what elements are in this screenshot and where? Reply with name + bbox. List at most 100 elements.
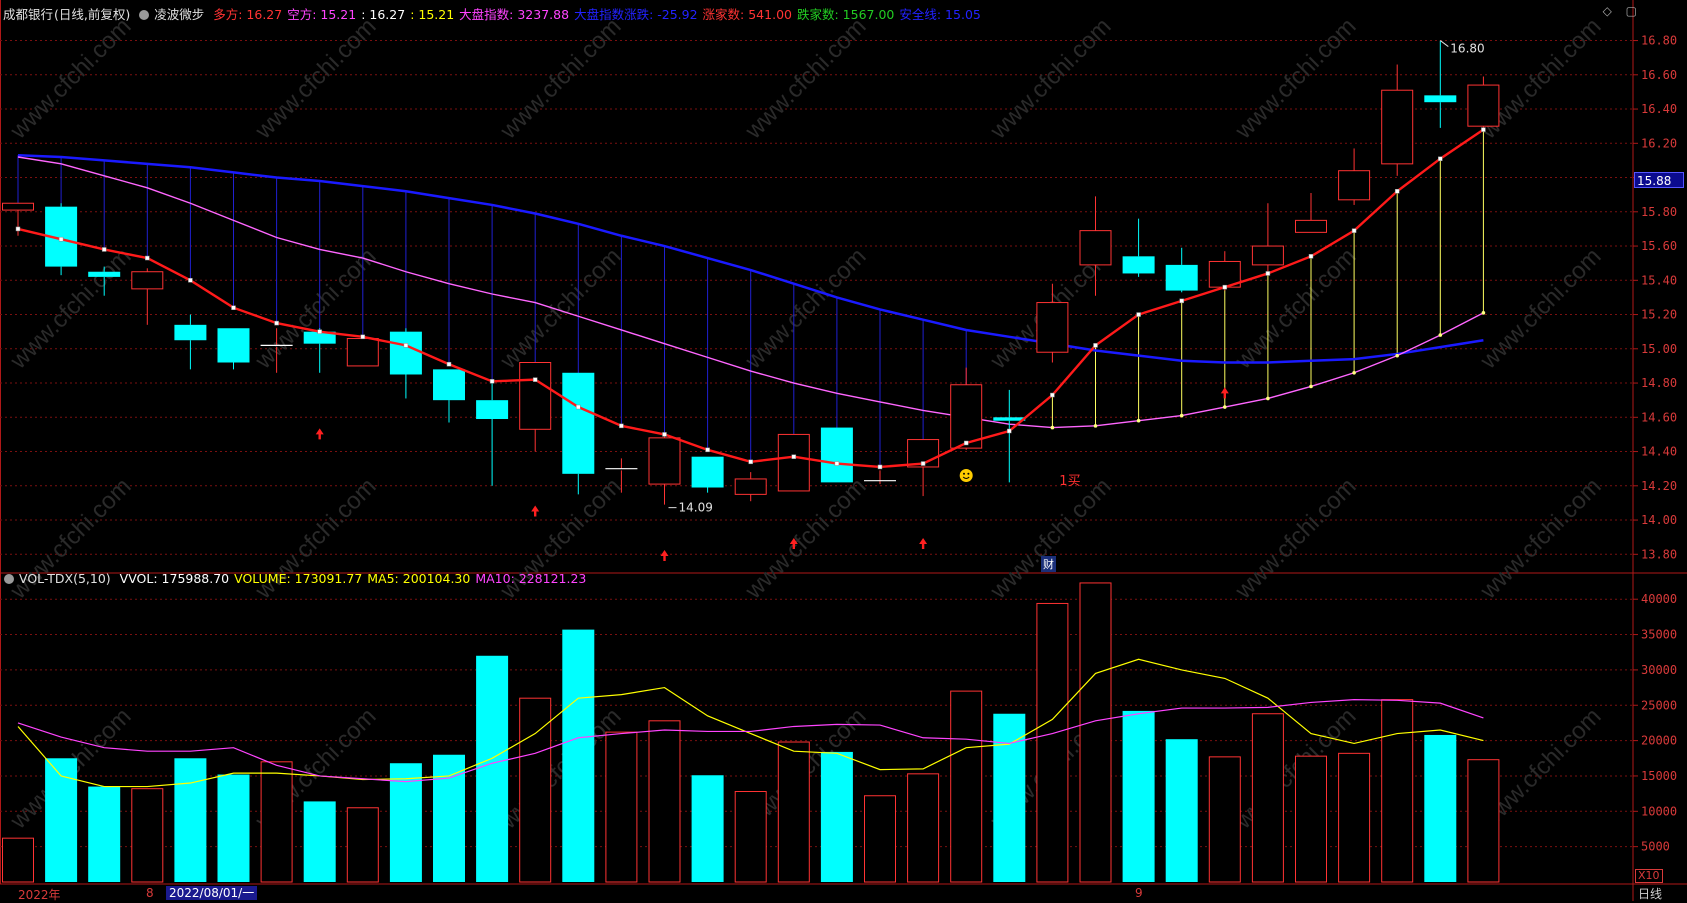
ma-dot xyxy=(1265,271,1271,276)
price-axis-label: 14.40 xyxy=(1641,445,1677,459)
buy-arrow-icon xyxy=(919,538,928,550)
ma-dot xyxy=(1394,189,1400,194)
ma-dot xyxy=(403,343,409,348)
violet-dot xyxy=(1050,425,1055,430)
watermark-text: www.cfchi.com xyxy=(494,243,626,375)
volume-bar-up xyxy=(1208,756,1241,883)
ma-dot xyxy=(101,247,107,252)
ma-dot xyxy=(834,461,840,466)
volume-bar-down xyxy=(174,758,207,882)
low-price-label: 14.09 xyxy=(679,501,713,515)
watermark-text: www.cfchi.com xyxy=(1474,473,1606,605)
header-value-item-0: 多方: 16.27 xyxy=(213,7,283,22)
candle-body-up xyxy=(1467,84,1500,127)
candle xyxy=(303,328,336,373)
candle-body-up xyxy=(1338,170,1371,201)
candle-body-down xyxy=(562,372,595,474)
volume-bar-down xyxy=(691,775,724,882)
volume-axis-label: 35000 xyxy=(1641,628,1677,642)
candle-body-up xyxy=(131,271,164,290)
chart-canvas[interactable]: 16.8016.6016.4016.2016.0015.8015.6015.40… xyxy=(0,0,1687,901)
candle xyxy=(993,389,1026,483)
volume-indicator-menu-icon[interactable] xyxy=(4,574,14,584)
header-value-item-4: 大盘指数: 3237.88 xyxy=(459,7,570,22)
watermark-text: www.cfchi.com xyxy=(984,13,1116,145)
candle-body-down xyxy=(1424,95,1457,103)
violet-dot xyxy=(1223,405,1227,409)
volume-bar-down xyxy=(303,801,336,882)
volume-bar-down xyxy=(1424,734,1457,882)
volume-bar-down xyxy=(562,629,595,882)
violet-dot xyxy=(1093,424,1098,428)
price-axis-label: 14.00 xyxy=(1641,513,1677,527)
period-type-label[interactable]: 日线 xyxy=(1638,885,1662,902)
price-axis-label: 15.60 xyxy=(1641,239,1677,253)
candle-body-up xyxy=(1295,219,1327,233)
volume-bar-up xyxy=(519,697,552,883)
finance-marker[interactable]: 财 xyxy=(1041,556,1056,572)
ma-dot xyxy=(920,461,926,466)
volume-bar-up xyxy=(734,791,767,883)
buy-arrow-icon xyxy=(315,428,324,440)
volume-values: VVOL: 175988.70 VOLUME: 173091.77 MA5: 200… xyxy=(120,571,592,586)
ma-dot xyxy=(1481,127,1486,132)
diamond-icon[interactable]: ◇ xyxy=(1603,4,1612,18)
candle xyxy=(907,439,940,497)
smiley-eye xyxy=(963,472,965,475)
period-label: (日线,前复权) xyxy=(54,7,131,22)
candle xyxy=(691,456,724,493)
candle-body-down xyxy=(433,369,465,401)
header-value-item-2: : 16.27 xyxy=(361,7,406,22)
volume-axis-label: 5000 xyxy=(1641,840,1670,854)
violet-dot xyxy=(1395,353,1399,358)
ma-dot xyxy=(317,329,322,334)
zoom-label[interactable]: X10 xyxy=(1635,869,1663,883)
selected-date[interactable]: 2022/08/01/一 xyxy=(166,886,258,900)
violet-dot xyxy=(1136,418,1141,423)
buy-arrow-icon xyxy=(660,550,669,562)
month-8-label: 8 xyxy=(146,886,154,900)
candle xyxy=(389,328,422,399)
candle-body-up xyxy=(519,362,552,430)
stock-name: 成都银行 xyxy=(3,7,54,22)
window-toggle-icon[interactable]: ▢ xyxy=(1626,4,1637,18)
volume-panel-header: VOL-TDX(5,10) VVOL: 175988.70 VOLUME: 173… xyxy=(4,571,596,586)
candle-body-down xyxy=(217,328,250,363)
candle-body-down xyxy=(820,427,853,483)
ma-dot xyxy=(1222,284,1228,290)
price-axis-label: 15.20 xyxy=(1641,308,1677,322)
violet-dot xyxy=(1179,413,1184,418)
candle-body-down xyxy=(476,400,509,420)
ma-dot xyxy=(576,404,581,410)
ma-dot xyxy=(15,226,21,232)
high-price-label: 16.80 xyxy=(1450,42,1484,56)
ma-dot xyxy=(1351,228,1357,233)
indicator-name[interactable]: 凌波微步 xyxy=(154,7,204,22)
volume-bar-up xyxy=(864,795,896,883)
violet-dot xyxy=(1309,384,1313,389)
watermark-text: www.cfchi.com xyxy=(1229,13,1361,145)
ma-dot xyxy=(705,447,710,453)
candle xyxy=(131,268,164,325)
candle-body-down xyxy=(1165,264,1198,291)
price-axis-label: 16.40 xyxy=(1641,102,1677,116)
candle-body-down xyxy=(389,331,422,375)
violet-dot xyxy=(1352,370,1356,375)
smiley-eye xyxy=(967,472,970,475)
price-axis-label: 15.80 xyxy=(1641,205,1677,219)
ma-dot xyxy=(446,361,452,367)
violet-dot xyxy=(1438,333,1443,337)
volume-indicator-name[interactable]: VOL-TDX(5,10) xyxy=(19,571,111,586)
volume-bar-up xyxy=(605,731,638,883)
volume-bar-up xyxy=(950,690,983,883)
smiley-icon xyxy=(959,469,973,483)
candle-body-down xyxy=(174,324,207,341)
ma-dot xyxy=(662,432,667,437)
volume-value-item-0: VVOL: 175988.70 xyxy=(119,571,230,586)
candle-body-up xyxy=(2,202,34,211)
volume-bar-up xyxy=(648,720,681,883)
indicator-menu-icon[interactable] xyxy=(139,10,150,20)
volume-bar-up xyxy=(1295,755,1327,883)
header-value-item-3: : 15.21 xyxy=(410,7,455,22)
current-price-tag: 15.88 xyxy=(1634,172,1684,188)
